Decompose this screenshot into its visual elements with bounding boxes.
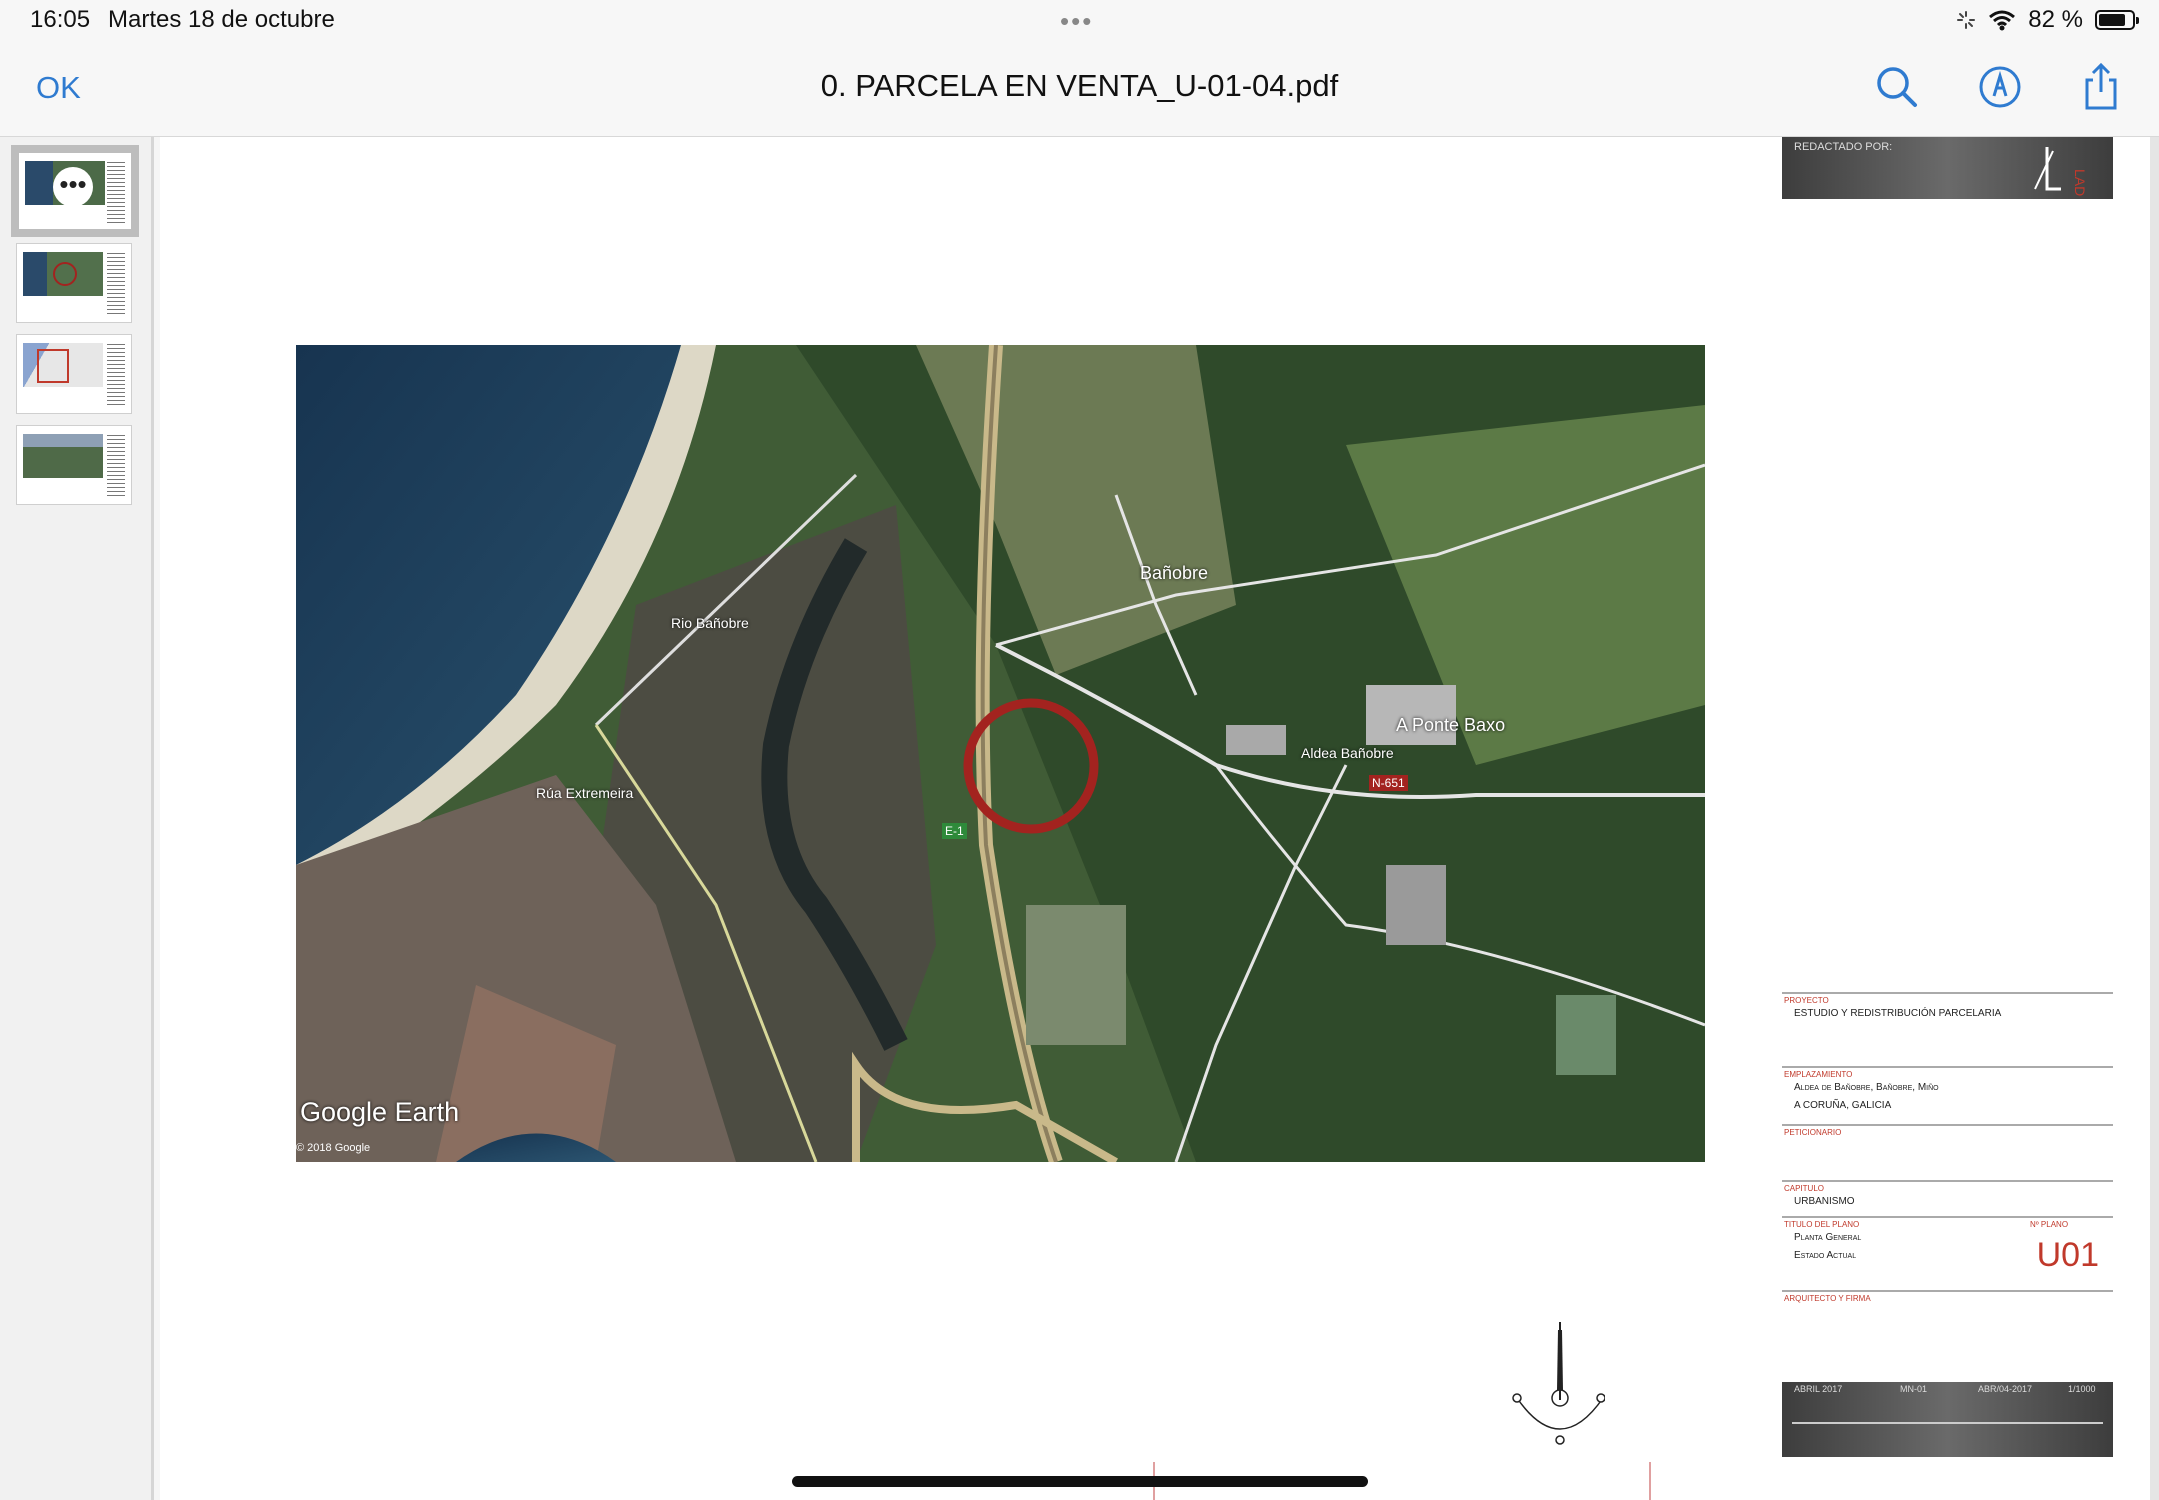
document-toolbar: OK 0. PARCELA EN VENTA_U-01-04.pdf xyxy=(0,44,2159,137)
status-date: Martes 18 de octubre xyxy=(108,6,335,33)
tb-capitulo: CAPITULO URBANISMO xyxy=(1782,1180,2113,1216)
satellite-map-image xyxy=(296,345,1705,1162)
tb-titulo: TITULO DEL PLANO Planta General Estado A… xyxy=(1782,1216,2113,1290)
home-indicator[interactable] xyxy=(792,1476,1368,1487)
markup-icon[interactable] xyxy=(1975,62,2025,112)
tb-emplazamiento: EMPLAZAMIENTO Aldea de Bañobre, Bañobre,… xyxy=(1782,1066,2113,1124)
map-copyright: © 2018 Google xyxy=(296,1142,371,1154)
tb-numero-label: Nº PLANO xyxy=(2030,1220,2069,1229)
google-earth-watermark: Google Earth xyxy=(300,1097,460,1127)
titleblock-footer-bar: ABRIL 2017 MN-01 ABR/04-2017 1/1000 xyxy=(1782,1382,2113,1457)
tb-capitulo-label: CAPITULO xyxy=(1784,1184,1825,1193)
status-right: 82 % xyxy=(1956,6,2139,34)
activity-icon xyxy=(1957,11,1976,29)
map-label-aldea: Aldea Bañobre xyxy=(1301,745,1394,761)
thumbnail-page-3-titleblock xyxy=(107,341,125,407)
tb-arquitecto-label: ARQUITECTO Y FIRMA xyxy=(1784,1294,1871,1303)
titleblock-header-bar: REDACTADO POR: LADOS xyxy=(1782,137,2113,199)
wifi-icon xyxy=(1989,10,2016,31)
status-time: 16:05 xyxy=(30,6,91,33)
thumbnail-page-1-titleblock xyxy=(107,159,125,223)
title-block: PROYECTO ESTUDIO Y REDISTRIBUCIÓN PARCEL… xyxy=(1782,992,2113,1312)
thumbnail-page-4[interactable] xyxy=(16,425,132,505)
thumbnail-page-4-photo xyxy=(23,434,103,478)
thumbnail-sidebar: ••• xyxy=(0,137,154,1500)
footer-date2: ABR/04-2017 xyxy=(1978,1384,2033,1394)
share-icon[interactable] xyxy=(2076,62,2126,112)
north-arrow-icon xyxy=(1512,1322,1605,1445)
multitasking-dots[interactable]: ••• xyxy=(1060,6,1093,37)
footer-date: ABRIL 2017 xyxy=(1794,1384,1843,1394)
tb-capitulo-value: URBANISMO xyxy=(1794,1196,1855,1207)
thumbnail-page-3[interactable] xyxy=(16,334,132,414)
road-badge-n651: N-651 xyxy=(1369,775,1408,791)
tb-proyecto-value: ESTUDIO Y REDISTRIBUCIÓN PARCELARIA xyxy=(1794,1008,2002,1019)
battery-fill xyxy=(2099,14,2126,26)
map-label-rio-banobre: Rio Bañobre xyxy=(671,615,749,631)
tb-emplazamiento-line2: A CORUÑA, GALICIA xyxy=(1794,1100,1892,1111)
road-badge-e1: E-1 xyxy=(942,823,967,839)
svg-text:LADOS: LADOS xyxy=(2072,169,2088,197)
footer-scale: 1/1000 xyxy=(2068,1384,2096,1394)
thumbnail-page-2-map xyxy=(23,252,103,296)
status-bar: 16:05 Martes 18 de octubre ••• 82 % xyxy=(0,0,2159,44)
thumbnail-page-3-parcel xyxy=(37,349,69,383)
thumbnail-page-4-titleblock xyxy=(107,432,125,498)
thumbnail-more-button[interactable]: ••• xyxy=(53,167,93,207)
sheet-mark-right xyxy=(1649,1462,1651,1500)
thumbnail-page-2-marker xyxy=(53,262,77,286)
thumbnail-page-1[interactable]: ••• xyxy=(11,145,139,237)
lados-logo-icon: LADOS xyxy=(2034,147,2088,197)
thumbnail-page-2[interactable] xyxy=(16,243,132,323)
tb-emplazamiento-line1: Aldea de Bañobre, Bañobre, Miño xyxy=(1794,1082,1939,1093)
map-label-ponte-baxo: A Ponte Baxo xyxy=(1396,715,1506,735)
battery-icon xyxy=(2095,10,2139,30)
tb-proyecto: PROYECTO ESTUDIO Y REDISTRIBUCIÓN PARCEL… xyxy=(1782,992,2113,1066)
tb-numero-value: U01 xyxy=(2036,1236,2099,1274)
battery-percentage: 82 % xyxy=(2028,6,2083,33)
tb-proyecto-label: PROYECTO xyxy=(1784,996,1829,1005)
document-title: 0. PARCELA EN VENTA_U-01-04.pdf xyxy=(820,68,1339,103)
tb-emplazamiento-label: EMPLAZAMIENTO xyxy=(1784,1070,1853,1079)
thumbnail-page-2-titleblock xyxy=(107,250,125,316)
footer-code: MN-01 xyxy=(1900,1384,1928,1394)
page-edge xyxy=(2150,137,2159,1500)
redactado-label: REDACTADO POR: xyxy=(1794,141,1893,153)
tb-arquitecto: ARQUITECTO Y FIRMA xyxy=(1782,1290,2113,1312)
thumbnail-page-3-plan xyxy=(23,343,103,387)
footer-scale-line xyxy=(1792,1422,2103,1424)
satellite-map[interactable]: Bañobre A Ponte Baxo Aldea Bañobre N-651… xyxy=(296,345,1705,1162)
search-icon[interactable] xyxy=(1872,62,1922,112)
tb-peticionario: PETICIONARIO xyxy=(1782,1124,2113,1180)
map-label-rua-extremeira: Rúa Extremeira xyxy=(536,785,634,801)
tb-peticionario-label: PETICIONARIO xyxy=(1784,1128,1842,1137)
map-label-banobre: Bañobre xyxy=(1140,563,1209,583)
